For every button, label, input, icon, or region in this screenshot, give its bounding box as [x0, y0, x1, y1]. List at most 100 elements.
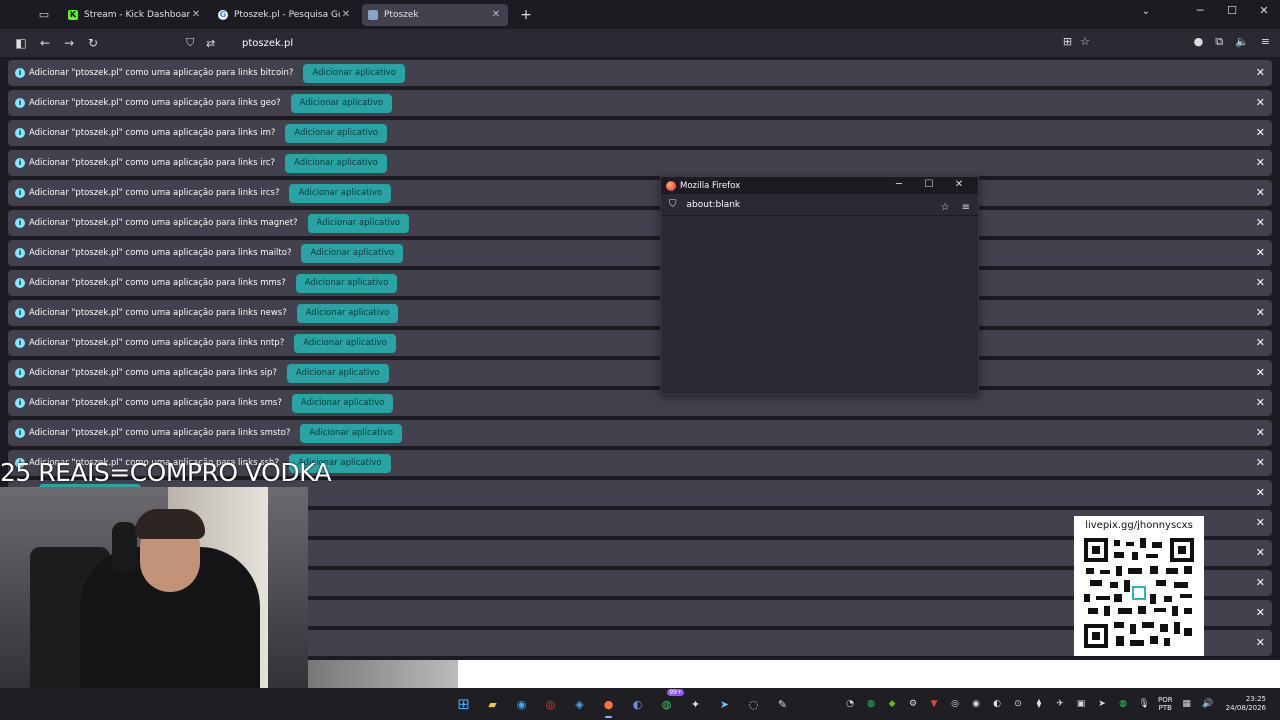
- shield-icon[interactable]: ⛉: [669, 199, 677, 210]
- tray-app-icon[interactable]: ▼: [927, 699, 941, 709]
- close-icon[interactable]: ✕: [1256, 636, 1265, 649]
- add-app-button[interactable]: Adicionar aplicativo: [300, 423, 402, 443]
- nvidia-icon[interactable]: ◆: [885, 699, 899, 709]
- speaker-icon[interactable]: 🔈: [1235, 35, 1249, 49]
- close-icon[interactable]: ✕: [1256, 216, 1265, 229]
- sidebar-icon[interactable]: ◧: [9, 36, 33, 50]
- add-app-button[interactable]: Adicionar aplicativo: [301, 243, 404, 263]
- app-icon[interactable]: ✎: [771, 693, 794, 715]
- back-icon[interactable]: ←: [33, 36, 57, 50]
- close-icon[interactable]: ✕: [1256, 606, 1265, 619]
- file-explorer-icon[interactable]: ▰: [481, 693, 504, 715]
- discord-icon[interactable]: ◐: [626, 693, 649, 715]
- tray-app-icon[interactable]: ◍: [1116, 699, 1130, 709]
- app-icon[interactable]: ◈: [568, 693, 591, 715]
- add-app-button[interactable]: Adicionar aplicativo: [296, 303, 399, 323]
- close-icon[interactable]: ✕: [490, 9, 502, 20]
- maximize-icon[interactable]: ☐: [1216, 4, 1248, 17]
- popup-titlebar[interactable]: Mozilla Firefox ─ ☐ ✕: [661, 177, 978, 194]
- shield-icon[interactable]: ⛉: [186, 36, 202, 50]
- firefox-icon[interactable]: ●: [597, 693, 620, 718]
- close-icon[interactable]: ✕: [1256, 246, 1265, 259]
- permissions-icon[interactable]: ⇄: [206, 37, 222, 50]
- close-icon[interactable]: ✕: [1256, 306, 1265, 319]
- close-icon[interactable]: ✕: [190, 9, 202, 20]
- url-text[interactable]: ptoszek.pl: [242, 38, 293, 49]
- obs-icon[interactable]: ◌: [742, 693, 765, 715]
- chrome-icon[interactable]: ◎: [539, 693, 562, 715]
- tray-app-icon[interactable]: ◎: [948, 699, 962, 709]
- close-icon[interactable]: ✕: [1256, 96, 1265, 109]
- close-icon[interactable]: ✕: [1256, 546, 1265, 559]
- steam-icon[interactable]: ➤: [713, 693, 736, 715]
- menu-icon[interactable]: ≡: [962, 202, 970, 213]
- close-icon[interactable]: ✕: [1256, 366, 1265, 379]
- qr-code-overlay: livepix.gg/jhonnyscxs: [1074, 516, 1204, 656]
- tray-app-icon[interactable]: ⊙: [1011, 699, 1025, 709]
- reload-icon[interactable]: ↻: [81, 36, 105, 50]
- close-icon[interactable]: ✕: [1256, 336, 1265, 349]
- close-icon[interactable]: ✕: [1256, 66, 1265, 79]
- whatsapp-tray-icon[interactable]: ◍: [864, 699, 878, 709]
- tray-app-icon[interactable]: ⧫: [1032, 699, 1046, 709]
- edge-icon[interactable]: ◉: [510, 693, 533, 715]
- add-app-button[interactable]: Adicionar aplicativo: [295, 273, 398, 293]
- menu-icon[interactable]: ≡: [1261, 35, 1270, 49]
- language-indicator[interactable]: POR PTB: [1158, 696, 1173, 712]
- add-app-button[interactable]: Adicionar aplicativo: [307, 213, 410, 233]
- windows-start-icon[interactable]: ⊞: [452, 693, 475, 715]
- tab-google-search[interactable]: G Ptoszek.pl - Pesquisa Google ✕: [212, 4, 358, 26]
- install-app-icon[interactable]: ⊞: [1063, 35, 1072, 48]
- close-icon[interactable]: ✕: [1256, 156, 1265, 169]
- popup-url-bar[interactable]: ⛉ about:blank ☆ ≡: [661, 194, 978, 216]
- close-icon[interactable]: ✕: [1256, 456, 1265, 469]
- tray-app-icon[interactable]: ◉: [969, 699, 983, 709]
- close-icon[interactable]: ✕: [1256, 126, 1265, 139]
- close-icon[interactable]: ✕: [1256, 276, 1265, 289]
- add-app-button[interactable]: Adicionar aplicativo: [291, 393, 394, 413]
- maximize-icon[interactable]: ☐: [914, 179, 944, 190]
- add-app-button[interactable]: Adicionar aplicativo: [286, 363, 389, 383]
- minimize-icon[interactable]: ─: [884, 179, 914, 190]
- add-app-button[interactable]: Adicionar aplicativo: [289, 183, 392, 203]
- tray-app-icon[interactable]: ◔: [843, 699, 857, 709]
- extensions-icon[interactable]: ⧉: [1215, 35, 1223, 49]
- bookmark-star-icon[interactable]: ☆: [1080, 35, 1090, 48]
- close-icon[interactable]: ✕: [1256, 486, 1265, 499]
- bookmark-star-icon[interactable]: ☆: [941, 202, 950, 213]
- add-app-button[interactable]: Adicionar aplicativo: [303, 63, 406, 83]
- tray-app-icon[interactable]: ⚙: [906, 699, 920, 709]
- tray-app-icon[interactable]: ✈: [1053, 699, 1067, 709]
- add-app-button[interactable]: Adicionar aplicativo: [285, 153, 387, 173]
- account-icon[interactable]: ●: [1194, 35, 1204, 49]
- tab-kick-dashboard[interactable]: K Stream - Kick Dashboard ✕: [62, 4, 208, 26]
- close-window-icon[interactable]: ✕: [1248, 4, 1280, 17]
- close-icon[interactable]: ✕: [1256, 426, 1265, 439]
- chevron-down-icon[interactable]: ⌄: [1142, 6, 1150, 17]
- close-icon[interactable]: ✕: [1256, 396, 1265, 409]
- close-icon[interactable]: ✕: [1256, 576, 1265, 589]
- steam-tray-icon[interactable]: ➤: [1095, 699, 1109, 709]
- info-icon: i: [15, 128, 25, 138]
- volume-icon[interactable]: 🔊: [1201, 699, 1215, 709]
- capcut-icon[interactable]: ✦: [684, 693, 707, 715]
- whatsapp-icon[interactable]: ◍ 99+: [655, 689, 684, 715]
- microphone-icon[interactable]: 🎙: [1137, 699, 1151, 709]
- minimize-icon[interactable]: ─: [1184, 4, 1216, 17]
- add-app-button[interactable]: Adicionar aplicativo: [290, 93, 393, 113]
- close-icon[interactable]: ✕: [1256, 186, 1265, 199]
- add-app-button[interactable]: Adicionar aplicativo: [285, 123, 387, 143]
- tab-list-icon[interactable]: ▭: [30, 4, 58, 26]
- network-icon[interactable]: ▦: [1180, 699, 1194, 709]
- close-icon[interactable]: ✕: [944, 179, 974, 190]
- clock[interactable]: 23:25 24/08/2026: [1226, 695, 1266, 713]
- url-bar[interactable]: ⛉ ⇄ ptoszek.pl ⊞ ☆: [180, 31, 1100, 55]
- add-app-button[interactable]: Adicionar aplicativo: [294, 333, 396, 353]
- tray-app-icon[interactable]: ▣: [1074, 699, 1088, 709]
- new-tab-button[interactable]: +: [516, 7, 536, 23]
- forward-icon[interactable]: →: [57, 36, 81, 50]
- tab-ptoszek[interactable]: Ptoszek ✕: [362, 3, 508, 26]
- close-icon[interactable]: ✕: [340, 9, 352, 20]
- discord-tray-icon[interactable]: ◐: [990, 699, 1004, 709]
- close-icon[interactable]: ✕: [1256, 516, 1265, 529]
